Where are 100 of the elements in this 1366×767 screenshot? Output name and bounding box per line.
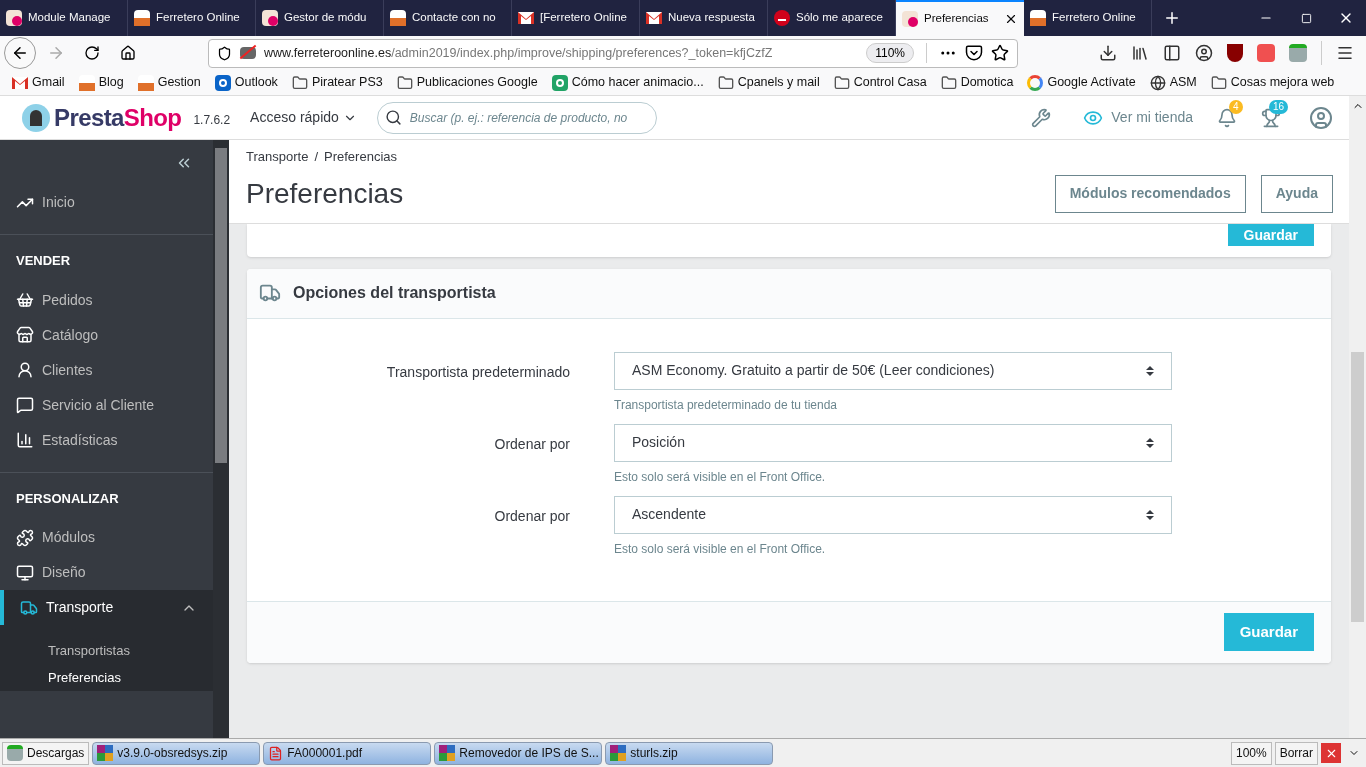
select-field[interactable]: Ascendente (614, 495, 1172, 534)
home-icon (120, 45, 136, 61)
star-icon[interactable] (991, 44, 1009, 62)
bookmark[interactable]: Piratear PS3 (291, 73, 383, 92)
folder-icon (1210, 74, 1227, 91)
downloads-button[interactable]: Descargas (2, 741, 90, 765)
search-field[interactable]: Buscar (p. ej.: referencia de producto, no (376, 101, 657, 134)
sidebar-icon[interactable] (1163, 44, 1181, 62)
bookmark[interactable]: Cosas mejora web (1210, 73, 1335, 92)
bookmark[interactable]: Publicaciones Google (396, 73, 538, 92)
archive-icon (97, 745, 114, 761)
archive-icon (610, 745, 627, 761)
sidebar-item[interactable]: Clientes (0, 352, 213, 388)
store-icon (137, 74, 154, 91)
download-item[interactable]: sturls.zip (605, 741, 774, 765)
address-bar[interactable]: www.ferreteroonline.es/admin2019/index.php/improve/shipping/preferences?_token=kfjCzfZ 110% (208, 38, 1018, 68)
bookmark[interactable]: Cómo hacer animacio... (551, 73, 704, 92)
page-title: Preferencias (246, 176, 405, 211)
trophy-count: 16 (1269, 99, 1289, 114)
breadcrumb-link[interactable]: Transporte (246, 147, 309, 167)
profile-icon[interactable] (1309, 105, 1333, 130)
breadcrumb-link[interactable]: Preferencias (324, 147, 397, 167)
help-text: Transportista predeterminado de tu tienda (614, 396, 839, 414)
plus-icon (1163, 9, 1181, 27)
pocket-icon[interactable] (965, 44, 983, 62)
reload-icon (84, 45, 100, 61)
view-store-link[interactable]: Ver mi tienda (1083, 107, 1193, 128)
truck-icon (20, 598, 38, 617)
close-icon[interactable] (1004, 12, 1018, 26)
download-item[interactable]: v3.9.0-obsredsys.zip (92, 741, 261, 765)
store-icon (134, 10, 150, 26)
download-item[interactable]: Removedor de IPS de S... (434, 741, 603, 765)
bookmark[interactable]: Outlook (214, 73, 278, 92)
tab-title: Gestor de módu (284, 10, 368, 26)
header-button[interactable]: Módulos recomendados (1054, 174, 1246, 213)
folder-icon (717, 74, 734, 91)
insecure-lock-icon (240, 47, 256, 59)
select-field[interactable]: Posición (614, 423, 1172, 462)
shield-extension-icon[interactable] (1227, 44, 1243, 62)
wrench-icon[interactable] (1031, 107, 1052, 128)
restore-icon (1300, 12, 1312, 24)
logo-text: PrestaShop (54, 102, 182, 133)
puzzle-icon (16, 528, 34, 547)
clear-button[interactable]: Borrar (1274, 741, 1318, 765)
field-label: Ordenar por (494, 435, 570, 452)
header-button[interactable]: Ayuda (1260, 174, 1333, 213)
library-icon[interactable] (1131, 44, 1149, 62)
folder-icon (396, 74, 413, 91)
page-scrollbar[interactable] (1349, 96, 1366, 738)
globe-icon (1149, 74, 1166, 91)
tab-title: [Ferretero Online (540, 10, 628, 26)
select-field[interactable]: ASM Economy. Gratuito a partir de 50€ (Leer condiciones) (614, 351, 1172, 390)
sidebar-item[interactable]: Pedidos (0, 282, 213, 318)
bookmark[interactable]: Control Casa (833, 73, 927, 92)
submenu-item[interactable]: Transportistas (0, 637, 213, 664)
sidebar-item[interactable]: Servicio al Cliente (0, 387, 213, 423)
sidebar-item[interactable]: Inicio (0, 185, 213, 220)
sidebar-item[interactable]: Catálogo (0, 317, 213, 353)
zoom-button[interactable]: 100% (1230, 741, 1272, 765)
bookmark[interactable]: Gestion (137, 73, 201, 92)
bookmark[interactable]: Google Actívate (1027, 73, 1136, 92)
sidebar-item[interactable]: Estadísticas (0, 422, 213, 458)
view-store-text: Ver mi tienda (1111, 108, 1193, 127)
sidebar-item[interactable]: Transporte (0, 590, 213, 625)
section-heading: PERSONALIZAR (16, 490, 119, 506)
download-item[interactable]: FA000001.pdf (263, 741, 432, 765)
folder-icon (291, 74, 308, 91)
menu-icon[interactable] (1336, 44, 1354, 62)
sidebar-item[interactable]: Módulos (0, 520, 213, 555)
truck-icon (259, 282, 281, 304)
zoom-badge[interactable]: 110% (866, 43, 914, 63)
bookmark[interactable]: Blog (78, 73, 124, 92)
section-heading: VENDER (16, 253, 71, 268)
download-icon[interactable] (1099, 44, 1117, 62)
browser-tab[interactable]: Preferencias (896, 0, 1024, 36)
tab-title: Contacte con no (412, 10, 497, 26)
account-icon[interactable] (1195, 44, 1213, 62)
shop-icon (902, 11, 918, 27)
tab-title: Preferencias (924, 11, 990, 27)
close-button[interactable] (1321, 743, 1341, 763)
tab-title: Ferretero Online (156, 10, 241, 26)
bookmark[interactable]: ASM (1149, 73, 1197, 92)
google-icon (1027, 74, 1044, 91)
store-icon (16, 326, 34, 344)
sheet-icon (551, 74, 568, 91)
sort-arrows-icon (1146, 436, 1154, 449)
bookmark[interactable]: Gmail (12, 73, 65, 92)
submenu-item[interactable]: Preferencias (0, 664, 213, 691)
sort-arrows-icon (1146, 508, 1154, 521)
pdf-icon (268, 745, 284, 761)
store-icon (1030, 10, 1046, 26)
bookmark[interactable]: Domotica (940, 73, 1014, 92)
quick-access-dropdown[interactable]: Acceso rápido (250, 107, 357, 128)
sidebar-item[interactable]: Diseño (0, 555, 213, 590)
badge-icon (774, 10, 790, 26)
archive-icon (439, 745, 456, 761)
bookmark[interactable]: Cpanels y mail (717, 73, 820, 92)
sidebar-scrollbar[interactable] (213, 140, 229, 738)
mail-icon (646, 12, 662, 24)
mail-icon (12, 76, 28, 89)
